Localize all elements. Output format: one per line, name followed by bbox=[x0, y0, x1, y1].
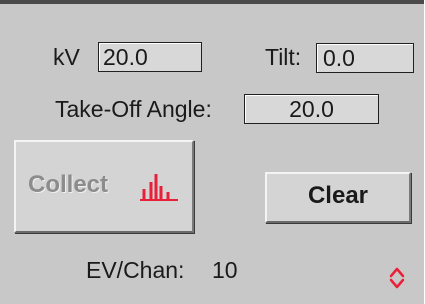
kv-input[interactable]: 20.0 bbox=[98, 42, 202, 72]
tilt-label: Tilt: bbox=[265, 44, 302, 70]
ev-chan-value: 10 bbox=[212, 257, 238, 283]
clear-button-label: Clear bbox=[307, 182, 369, 209]
ev-chan-label: EV/Chan: bbox=[86, 257, 185, 283]
collect-button[interactable]: Collect bbox=[14, 140, 194, 233]
kv-label: kV bbox=[53, 44, 80, 70]
collect-button-label: Collect bbox=[28, 171, 109, 198]
spectrum-peaks-icon bbox=[140, 174, 178, 201]
up-down-chevron-icon[interactable] bbox=[389, 266, 405, 290]
tilt-input[interactable]: 0.0 bbox=[316, 43, 414, 73]
clear-button[interactable]: Clear bbox=[265, 172, 411, 223]
spectrum-acquisition-panel: kV 20.0 Tilt: 0.0 Take-Off Angle: 20.0 C… bbox=[0, 0, 424, 304]
takeoff-angle-label: Take-Off Angle: bbox=[55, 96, 212, 122]
takeoff-angle-field[interactable]: 20.0 bbox=[244, 94, 379, 124]
